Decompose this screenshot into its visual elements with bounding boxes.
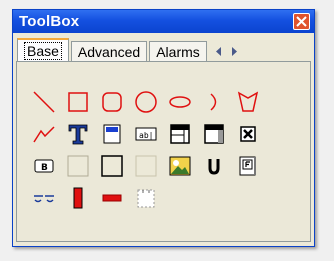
window-title: ToolBox — [19, 13, 80, 30]
unicode-tool[interactable] — [199, 151, 229, 181]
border-tool[interactable] — [97, 151, 127, 181]
frame-tool[interactable] — [63, 151, 93, 181]
bar-tool[interactable] — [63, 183, 93, 213]
arc-tool[interactable] — [199, 87, 229, 117]
link-tool-icon — [34, 195, 54, 203]
chevron-left-icon — [215, 46, 221, 56]
panel-tool-icon — [204, 124, 224, 144]
polygon-tool[interactable] — [233, 87, 263, 117]
image-tool[interactable] — [165, 151, 195, 181]
checkbox-tool[interactable] — [233, 119, 263, 149]
tab-advanced-label: Advanced — [77, 43, 141, 60]
panel-tool[interactable] — [199, 119, 229, 149]
radio-tool-icon: B — [34, 159, 54, 173]
tab-scroll-arrows — [211, 41, 243, 61]
svg-text:B: B — [41, 163, 48, 173]
arc-tool-icon — [210, 93, 217, 111]
frame-tool-icon — [67, 155, 89, 177]
unicode-tool-icon — [208, 159, 220, 175]
line-tool-icon — [33, 91, 55, 113]
circle-tool-icon — [135, 91, 157, 113]
tab-scroll-right-button[interactable] — [227, 42, 243, 60]
radio-tool[interactable]: B — [29, 151, 59, 181]
window-tool[interactable] — [165, 119, 195, 149]
page-tool[interactable] — [131, 183, 161, 213]
textbox-tool[interactable]: ab| — [131, 119, 161, 149]
rounded-rectangle-tool-icon — [102, 92, 122, 112]
rectangle-tool[interactable] — [63, 87, 93, 117]
slider-tool[interactable] — [97, 183, 127, 213]
tab-advanced[interactable]: Advanced — [70, 41, 148, 61]
border-tool-icon — [101, 155, 123, 177]
tab-strip: Base Advanced Alarms — [17, 38, 243, 61]
link-tool[interactable] — [29, 183, 59, 213]
blank-tool[interactable] — [131, 151, 161, 181]
textbox-tool-icon: ab| — [135, 127, 157, 141]
line-tool[interactable] — [29, 87, 59, 117]
slider-tool-icon — [102, 194, 122, 202]
window-tool-icon — [170, 124, 190, 144]
chevron-right-icon — [231, 46, 237, 56]
text-tool-icon — [68, 124, 88, 145]
text-tool[interactable] — [63, 119, 93, 149]
circle-tool[interactable] — [131, 87, 161, 117]
close-button[interactable] — [293, 13, 310, 30]
tab-scroll-left-button[interactable] — [211, 42, 227, 60]
page-tool-icon — [137, 189, 155, 208]
form-tool-icon — [239, 156, 256, 176]
rectangle-tool-icon — [68, 92, 88, 112]
tab-base[interactable]: Base — [17, 38, 69, 61]
tools-panel: ab| B — [16, 61, 311, 242]
ellipse-tool[interactable] — [165, 87, 195, 117]
form-tool[interactable] — [233, 151, 263, 181]
tab-alarms[interactable]: Alarms — [149, 41, 207, 61]
title-bar[interactable]: ToolBox — [13, 10, 314, 33]
toolbox-window: ToolBox Base Advanced Alarms ab| B — [12, 9, 315, 247]
tab-alarms-label: Alarms — [156, 43, 200, 60]
button-tool[interactable] — [97, 119, 127, 149]
polyline-tool-icon — [33, 126, 55, 143]
bar-tool-icon — [73, 187, 83, 209]
polyline-tool[interactable] — [29, 119, 59, 149]
ellipse-tool-icon — [169, 96, 191, 108]
polygon-tool-icon — [237, 91, 259, 112]
close-icon — [296, 16, 307, 27]
image-tool-icon — [169, 156, 191, 176]
blank-tool-icon — [135, 155, 157, 177]
checkbox-tool-icon — [240, 126, 256, 142]
button-tool-icon — [103, 124, 121, 144]
svg-text:ab|: ab| — [139, 131, 153, 140]
rounded-rectangle-tool[interactable] — [97, 87, 127, 117]
tab-base-label: Base — [24, 41, 62, 60]
